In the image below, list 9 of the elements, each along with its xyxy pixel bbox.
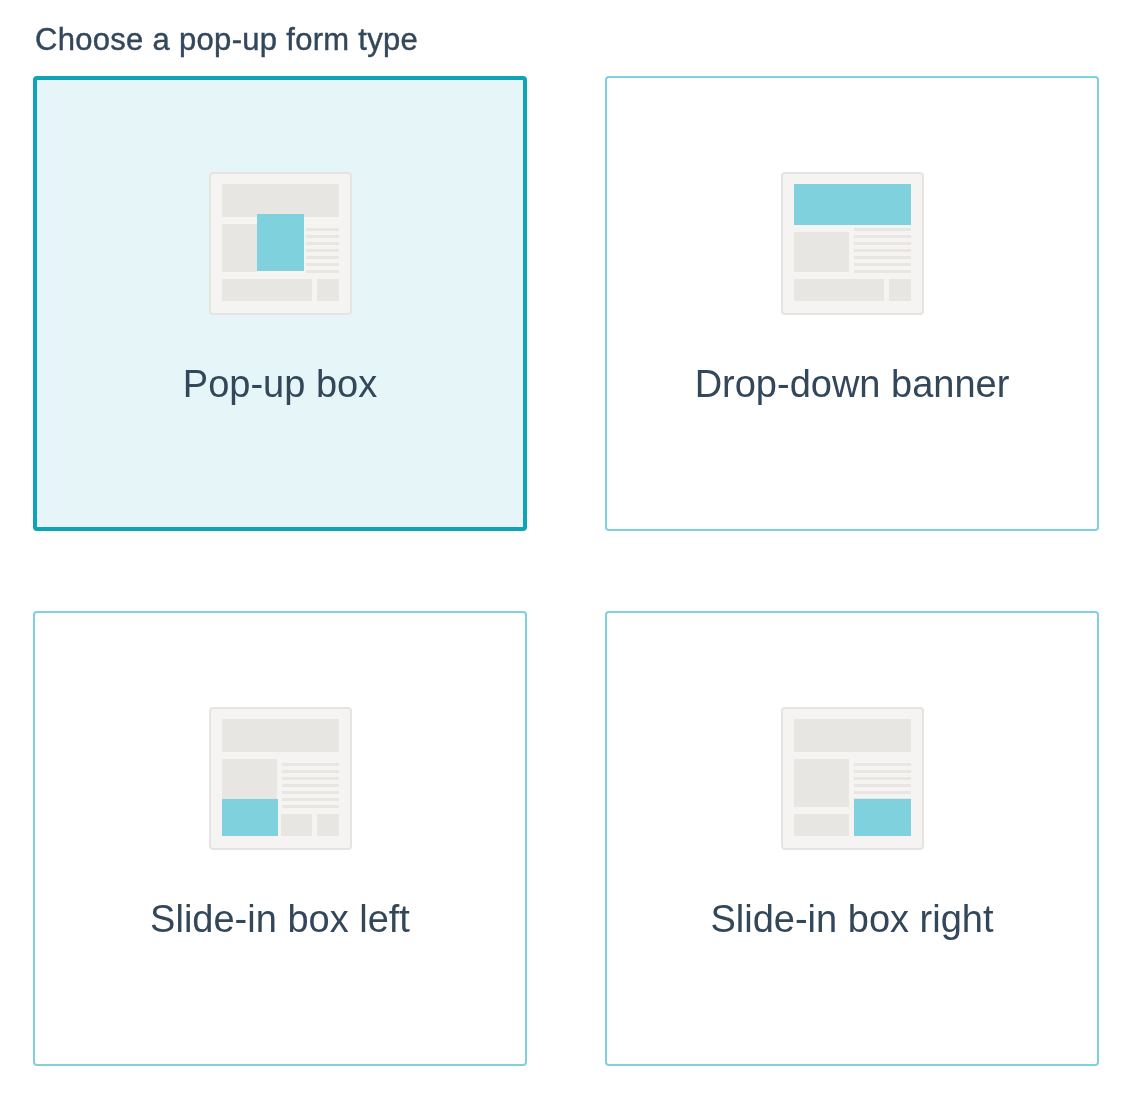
section-heading: Choose a pop-up form type — [35, 22, 420, 58]
layout-icon — [208, 707, 352, 850]
form-type-card[interactable]: Slide-in box left — [33, 611, 527, 1066]
layout-icon — [780, 172, 924, 315]
layout-icon — [780, 707, 924, 850]
form-type-card[interactable]: Slide-in box right — [605, 611, 1099, 1066]
form-type-card[interactable]: Pop-up box — [33, 76, 527, 531]
layout-icon — [208, 172, 352, 315]
form-type-card[interactable]: Drop-down banner — [605, 76, 1099, 531]
